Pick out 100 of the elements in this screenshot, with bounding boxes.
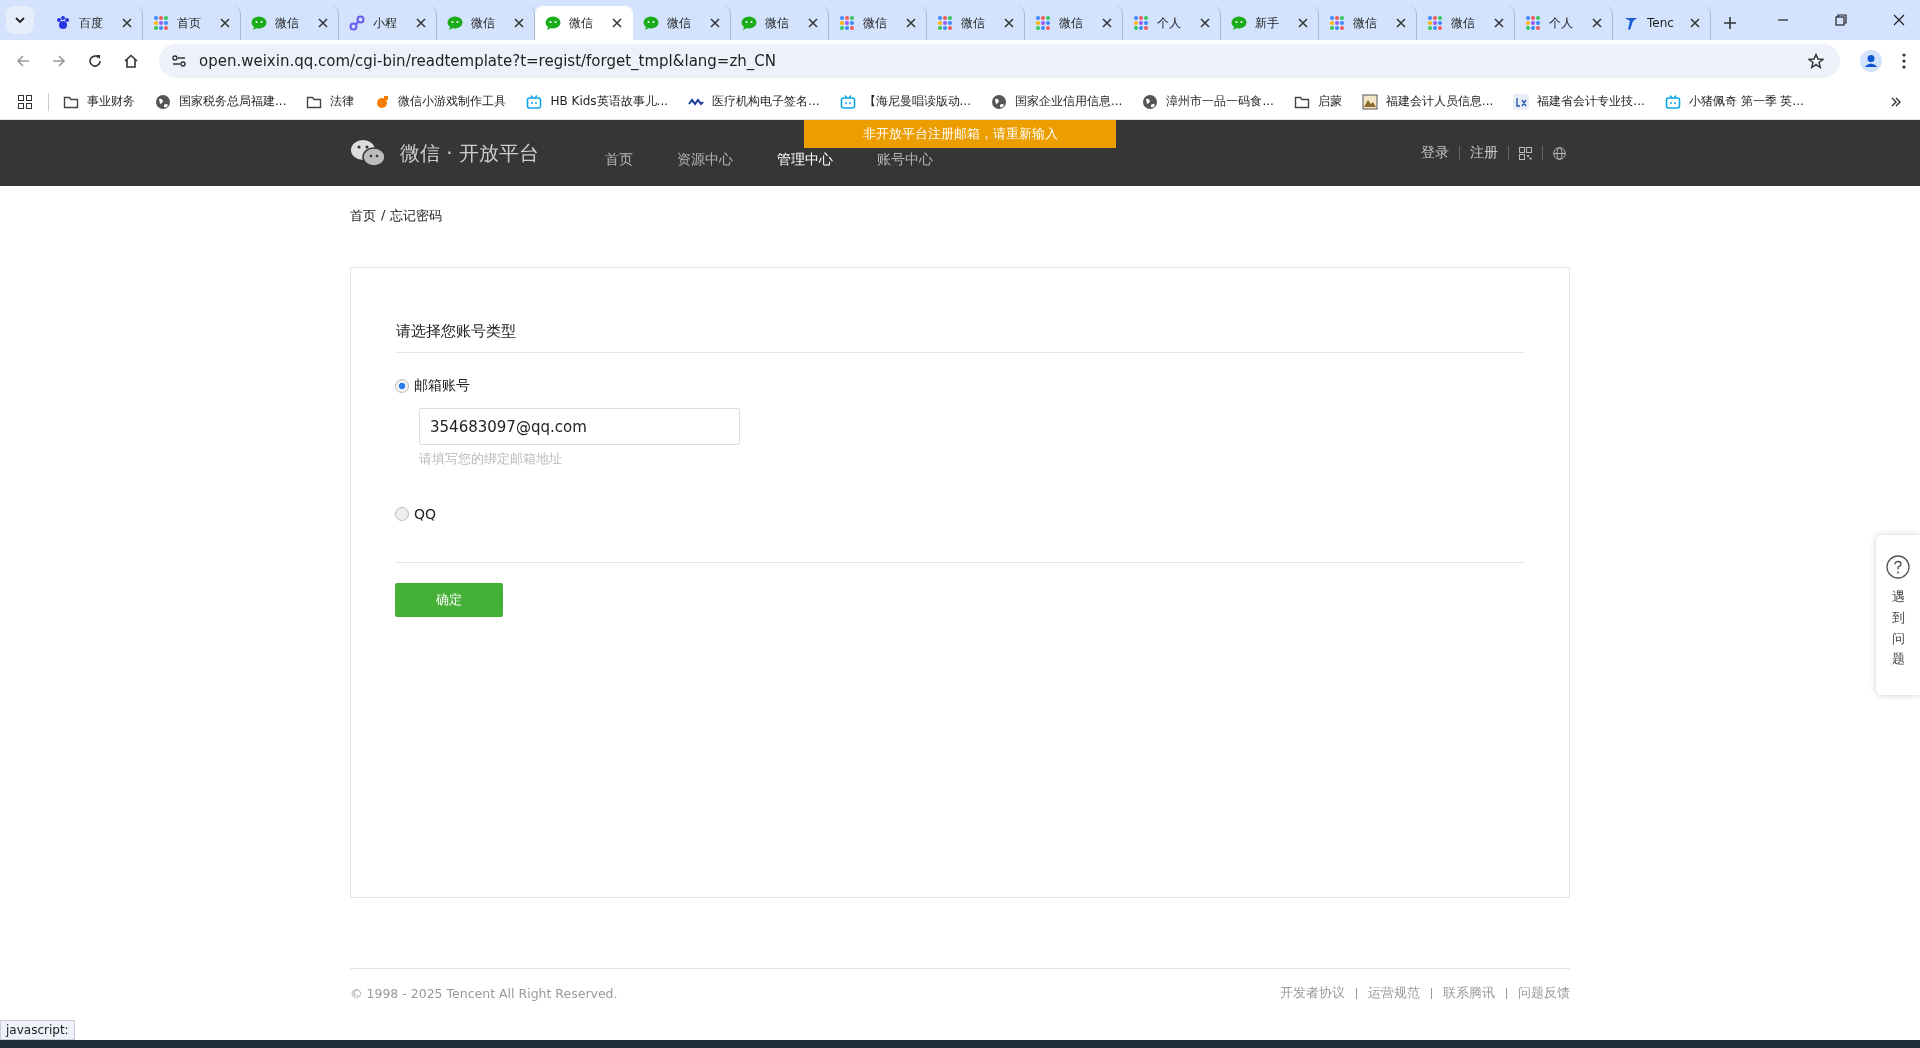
chat-bubbles-icon — [350, 138, 386, 168]
dots-grid-icon — [839, 15, 855, 31]
tab-title: 个人 — [1157, 14, 1182, 32]
chat-bubble-icon — [545, 15, 561, 31]
bookmark[interactable]: 福建省会计专业技... — [1513, 93, 1645, 110]
overflow-chevron-icon[interactable] — [1890, 95, 1902, 108]
nav-link[interactable]: 管理中心 — [777, 151, 833, 169]
bookmark[interactable]: 福建会计人员信息... — [1361, 93, 1494, 110]
link-icon — [349, 15, 365, 31]
close-icon[interactable] — [122, 18, 132, 28]
help-panel[interactable]: 遇到问题 — [1876, 535, 1920, 695]
close-icon[interactable] — [1690, 18, 1700, 28]
tab-title: 首页 — [177, 14, 202, 32]
tab-title: 微信 — [961, 14, 986, 32]
close-icon[interactable] — [1004, 18, 1014, 28]
qr-code-icon[interactable] — [1519, 146, 1532, 160]
bookmark[interactable]: 医疗机构电子签名... — [688, 93, 820, 110]
lx-icon — [1513, 93, 1530, 110]
account-link[interactable]: 注册 — [1470, 144, 1498, 162]
dots-grid-icon — [153, 15, 169, 31]
home-icon[interactable] — [123, 53, 139, 69]
close-icon[interactable] — [1893, 14, 1905, 26]
tab-title: 微信 — [765, 14, 790, 32]
close-icon[interactable] — [318, 18, 328, 28]
email-field[interactable]: 354683097@qq.com — [419, 408, 740, 445]
browser-tab[interactable]: 微信 — [535, 6, 633, 40]
close-icon[interactable] — [1396, 18, 1406, 28]
bookmark[interactable]: 微信小游戏制作工具 — [374, 93, 507, 110]
bookmark[interactable]: 事业财务 — [63, 93, 135, 110]
reload-icon[interactable] — [87, 53, 103, 69]
close-icon[interactable] — [1298, 18, 1308, 28]
paw-icon — [55, 15, 71, 31]
nav-link[interactable]: 首页 — [605, 151, 633, 169]
nav-link[interactable]: 资源中心 — [677, 151, 733, 169]
tab-title: 微信 — [471, 14, 496, 32]
close-icon[interactable] — [808, 18, 818, 28]
new-tab-icon[interactable] — [1723, 16, 1737, 30]
field-hint: 请填写您的绑定邮箱地址 — [419, 451, 562, 468]
nav-link[interactable]: 账号中心 — [877, 151, 933, 169]
tv-icon — [839, 93, 856, 110]
more-menu-icon[interactable] — [1902, 53, 1906, 69]
dots-grid-icon — [937, 15, 953, 31]
bookmark[interactable]: 国家税务总局福建... — [155, 93, 287, 110]
profile-icon[interactable] — [1860, 50, 1882, 72]
tab-title: 个人 — [1549, 14, 1574, 32]
tab-title: 微信 — [569, 14, 594, 32]
bookmark[interactable]: 国家企业信用信息... — [990, 93, 1123, 110]
error-toast: 非开放平台注册邮箱，请重新输入 — [804, 120, 1116, 148]
close-icon[interactable] — [220, 18, 230, 28]
chat-bubble-icon — [741, 15, 757, 31]
globe-icon[interactable] — [1553, 146, 1566, 160]
close-icon[interactable] — [612, 18, 622, 28]
section-title: 请选择您账号类型 — [396, 322, 516, 341]
close-icon[interactable] — [1494, 18, 1504, 28]
tab-title: 微信 — [667, 14, 692, 32]
radio-label: 邮箱账号 — [414, 377, 470, 395]
back-icon[interactable] — [15, 53, 31, 69]
account-link[interactable]: 登录 — [1421, 144, 1449, 162]
bookmark[interactable]: 法律 — [306, 93, 355, 110]
bookmark[interactable]: 小猪佩奇 第一季 英... — [1664, 93, 1804, 110]
site-logo[interactable]: 微信 · 开放平台 — [400, 139, 540, 167]
close-icon[interactable] — [710, 18, 720, 28]
current-page-label: 忘记密码 — [390, 207, 443, 225]
tab-search-icon[interactable] — [6, 6, 34, 34]
address-bar[interactable]: open.weixin.qq.com/cgi-bin/readtemplate?t=regist/forget_tmpl&lang=zh_CN — [159, 44, 1840, 78]
close-icon[interactable] — [1592, 18, 1602, 28]
close-icon[interactable] — [1200, 18, 1210, 28]
dots-grid-icon — [1525, 15, 1541, 31]
help-label: 遇到问题 — [1891, 588, 1905, 669]
radio-button[interactable] — [395, 379, 409, 393]
forward-icon[interactable] — [51, 53, 67, 69]
restore-icon[interactable] — [1835, 14, 1847, 26]
bookmark[interactable]: HB Kids英语故事儿... — [526, 93, 669, 110]
tab-title: 小程 — [373, 14, 398, 32]
bookmark-star-icon[interactable] — [1808, 53, 1824, 69]
tab-title: Tenc — [1647, 16, 1675, 30]
breadcrumb-separator: / — [381, 207, 386, 224]
close-icon[interactable] — [514, 18, 524, 28]
bird-icon — [1623, 15, 1639, 31]
breadcrumb-link[interactable]: 首页 — [350, 207, 376, 225]
bookmark[interactable]: 启蒙 — [1293, 93, 1342, 110]
tab-title: 微信 — [863, 14, 888, 32]
close-icon[interactable] — [1102, 18, 1112, 28]
tv-icon — [1664, 93, 1681, 110]
site-info-icon[interactable] — [171, 53, 187, 69]
copyright-text: © 1998 - 2025 Tencent All Right Reserved. — [350, 986, 618, 1001]
tab-title: 微信 — [275, 14, 300, 32]
radio-button[interactable] — [395, 507, 409, 521]
tab-title: 百度 — [79, 14, 104, 32]
help-icon[interactable] — [1886, 555, 1910, 579]
tab-title: 微信 — [1353, 14, 1378, 32]
tv-icon — [526, 93, 543, 110]
bookmark[interactable]: 【海尼曼唱读版动... — [839, 93, 971, 110]
close-icon[interactable] — [906, 18, 916, 28]
close-icon[interactable] — [416, 18, 426, 28]
tab-title: 新手 — [1255, 14, 1280, 32]
bookmark[interactable]: 漳州市一品一码食... — [1142, 93, 1274, 110]
dots-grid-icon — [1133, 15, 1149, 31]
apps-icon[interactable] — [18, 94, 32, 109]
globe-icon — [1142, 93, 1159, 110]
